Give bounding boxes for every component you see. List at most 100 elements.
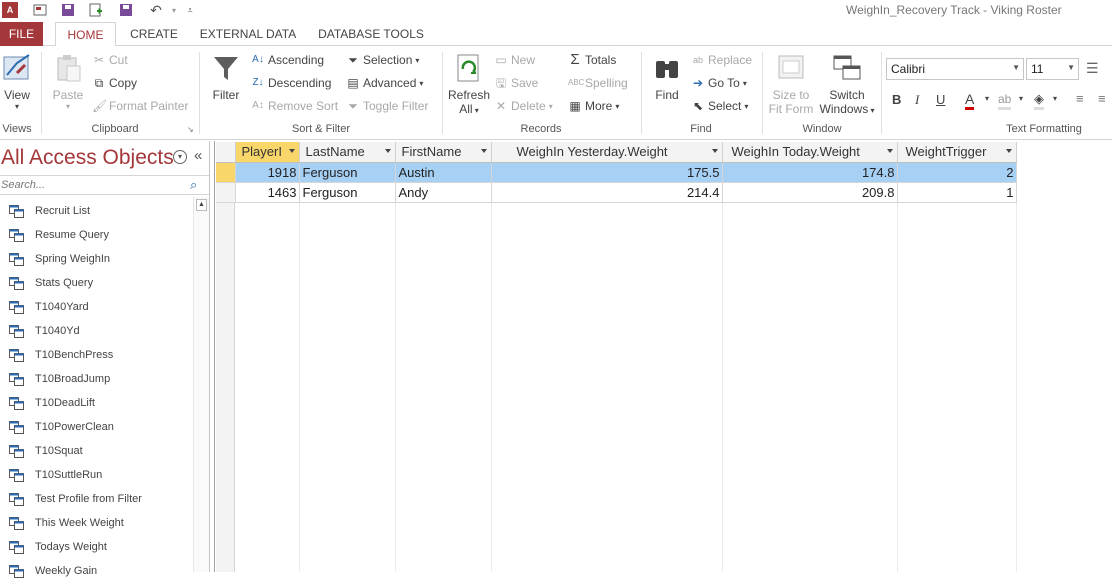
record-selector[interactable] [216, 182, 236, 203]
table-cell[interactable]: 1463 [235, 182, 300, 203]
column-header-today-weight[interactable]: WeighIn Today.Weight [722, 142, 898, 163]
table-cell[interactable]: 2 [897, 162, 1017, 183]
column-header-lastname[interactable]: LastName [299, 142, 396, 163]
undo-icon[interactable]: ↶ [148, 2, 164, 18]
customize-qat-icon[interactable]: ⩡ [182, 2, 198, 18]
chevron-down-icon[interactable] [711, 149, 718, 153]
view-button[interactable]: View ▾ [2, 52, 32, 111]
new-record-button[interactable]: ▭ New [494, 53, 535, 67]
record-selector-column[interactable] [216, 163, 235, 572]
toggle-filter-button[interactable]: ⏷ Toggle Filter [346, 99, 428, 113]
bullets-icon[interactable]: ☰ [1086, 60, 1099, 77]
nav-item[interactable]: T10SuttleRun [0, 463, 193, 487]
save-record-button[interactable]: 🖫 Save [494, 76, 538, 90]
chevron-down-icon[interactable]: ▾ [1053, 94, 1057, 103]
nav-item[interactable]: Test Profile from Filter [0, 487, 193, 511]
nav-item[interactable]: T10DeadLift [0, 391, 193, 415]
tab-database-tools[interactable]: DATABASE TOOLS [313, 22, 429, 46]
form-icon[interactable] [32, 2, 48, 18]
table-cell[interactable]: 1918 [235, 162, 300, 183]
size-to-fit-button[interactable]: Size to Fit Form [766, 52, 816, 116]
nav-item[interactable]: T10PowerClean [0, 415, 193, 439]
scroll-up-icon[interactable]: ▲ [196, 199, 207, 211]
select-all-corner[interactable] [216, 142, 236, 163]
switch-windows-button[interactable]: Switch Windows ▾ [818, 52, 876, 116]
font-color-icon[interactable]: A [965, 90, 975, 110]
more-button[interactable]: ▦ More ▾ [568, 99, 619, 113]
nav-item[interactable]: Weekly Gain [0, 559, 193, 583]
chevron-down-icon[interactable] [1005, 149, 1012, 153]
advanced-button[interactable]: ▤ Advanced ▾ [346, 76, 423, 90]
italic-icon[interactable]: I [915, 92, 919, 108]
table-cell[interactable]: 1 [897, 182, 1017, 203]
refresh-all-button[interactable]: Refresh All ▾ [447, 52, 491, 116]
column-header-firstname[interactable]: FirstName [395, 142, 492, 163]
goto-button[interactable]: ➔ Go To ▾ [691, 76, 747, 90]
select-button[interactable]: ⬉ Select ▾ [691, 99, 748, 113]
nav-item[interactable]: T1040Yard [0, 295, 193, 319]
collapse-pane-icon[interactable]: « [194, 147, 202, 164]
tab-home[interactable]: HOME [55, 22, 116, 47]
column-header-weight-trigger[interactable]: WeightTrigger [897, 142, 1017, 163]
clipboard-launcher-icon[interactable]: ↘ [187, 125, 194, 134]
chevron-down-icon[interactable]: ▾ [1019, 94, 1023, 103]
record-selector[interactable] [216, 162, 236, 183]
tab-file[interactable]: FILE [0, 22, 43, 46]
nav-search-input[interactable] [0, 176, 180, 194]
save-as-icon[interactable] [60, 2, 76, 18]
undo-dropdown-icon[interactable]: ▾ [166, 2, 182, 18]
table-cell[interactable]: 214.4 [491, 182, 723, 203]
chevron-down-icon[interactable]: ▾ [985, 94, 989, 103]
selection-button[interactable]: ⏷ Selection ▾ [346, 53, 419, 67]
column-header-playerid[interactable]: PlayerI [235, 142, 300, 163]
nav-item[interactable]: T10BroadJump [0, 367, 193, 391]
tab-create[interactable]: CREATE [125, 22, 183, 46]
paste-button[interactable]: Paste ▾ [50, 52, 86, 111]
bold-icon[interactable]: B [892, 92, 901, 107]
table-row[interactable]: 1463 Ferguson Andy 214.4 209.8 1 [216, 182, 1017, 203]
search-icon[interactable]: ⌕ [190, 177, 197, 193]
table-row[interactable]: 1918 Ferguson Austin 175.5 174.8 2 [216, 162, 1017, 183]
chevron-down-icon[interactable] [480, 149, 487, 153]
nav-item[interactable]: Resume Query [0, 223, 193, 247]
replace-button[interactable]: ab Replace [691, 53, 752, 67]
tab-external-data[interactable]: EXTERNAL DATA [196, 22, 300, 46]
table-cell[interactable]: Austin [395, 162, 492, 183]
table-cell[interactable]: Andy [395, 182, 492, 203]
nav-scrollbar[interactable]: ▲ [193, 197, 209, 572]
nav-item[interactable]: T1040Yd [0, 319, 193, 343]
totals-button[interactable]: Σ Totals [568, 52, 616, 67]
table-cell[interactable]: Ferguson [299, 162, 396, 183]
nav-menu-chevron-icon[interactable]: ▾ [173, 150, 187, 164]
format-painter-button[interactable]: 🖌 Format Painter [92, 99, 188, 113]
copy-button[interactable]: ⧉ Copy [92, 76, 137, 90]
fill-color-icon[interactable]: ◈ [1034, 90, 1044, 110]
nav-item[interactable]: Spring WeighIn [0, 247, 193, 271]
descending-button[interactable]: Z↓ Descending [251, 76, 331, 90]
delete-button[interactable]: ✕ Delete ▾ [494, 99, 553, 113]
nav-item[interactable]: This Week Weight [0, 511, 193, 535]
ascending-button[interactable]: A↓ Ascending [251, 53, 324, 67]
find-button[interactable]: Find [650, 52, 684, 102]
nav-item[interactable]: Todays Weight [0, 535, 193, 559]
new-record-icon[interactable] [88, 2, 104, 18]
nav-item[interactable]: Recruit List [0, 199, 193, 223]
chevron-down-icon[interactable] [288, 149, 295, 153]
align-center-icon[interactable]: ≡ [1098, 91, 1106, 106]
nav-item[interactable]: T10Squat [0, 439, 193, 463]
font-name-select[interactable]: Calibri ▼ [886, 58, 1024, 80]
nav-item[interactable]: T10BenchPress [0, 343, 193, 367]
filter-button[interactable]: Filter [208, 52, 244, 102]
chevron-down-icon[interactable] [384, 149, 391, 153]
save-icon[interactable] [118, 2, 134, 18]
table-cell[interactable]: 175.5 [491, 162, 723, 183]
table-cell[interactable]: 209.8 [722, 182, 898, 203]
table-cell[interactable]: Ferguson [299, 182, 396, 203]
column-header-yesterday-weight[interactable]: WeighIn Yesterday.Weight [491, 142, 723, 163]
nav-item[interactable]: Stats Query [0, 271, 193, 295]
font-size-select[interactable]: 11 ▼ [1026, 58, 1079, 80]
table-cell[interactable]: 174.8 [722, 162, 898, 183]
remove-sort-button[interactable]: A↕ Remove Sort [251, 99, 338, 113]
highlight-color-icon[interactable]: ab [998, 90, 1012, 110]
spelling-button[interactable]: ABC Spelling [568, 76, 628, 90]
